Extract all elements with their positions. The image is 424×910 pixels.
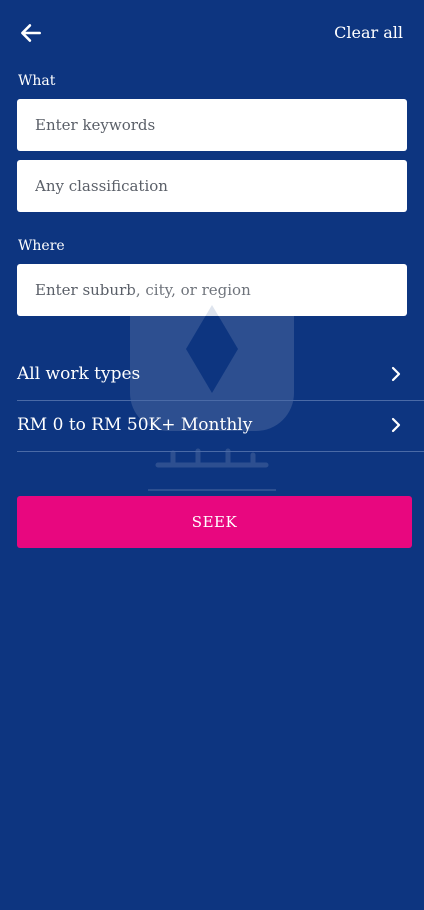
location-input[interactable]: [17, 264, 407, 316]
what-label: What: [18, 73, 56, 89]
top-bar: Clear all: [0, 0, 424, 68]
classification-field[interactable]: [17, 160, 407, 212]
keywords-input[interactable]: [17, 99, 407, 151]
salary-range-label: RM 0 to RM 50K+ Monthly: [17, 415, 253, 435]
work-types-label: All work types: [17, 364, 141, 384]
where-label: Where: [18, 238, 65, 254]
classification-input[interactable]: [17, 160, 407, 212]
arrow-left-icon: [21, 24, 41, 42]
chevron-right-icon: [388, 417, 404, 433]
keywords-field[interactable]: [17, 99, 407, 151]
location-field[interactable]: [17, 264, 407, 316]
back-button[interactable]: [18, 20, 44, 46]
work-types-row[interactable]: All work types: [17, 351, 424, 401]
salary-range-row[interactable]: RM 0 to RM 50K+ Monthly: [17, 402, 424, 452]
clear-all-button[interactable]: Clear all: [334, 23, 403, 42]
chevron-right-icon: [388, 366, 404, 382]
seek-button[interactable]: SEEK: [17, 496, 412, 548]
